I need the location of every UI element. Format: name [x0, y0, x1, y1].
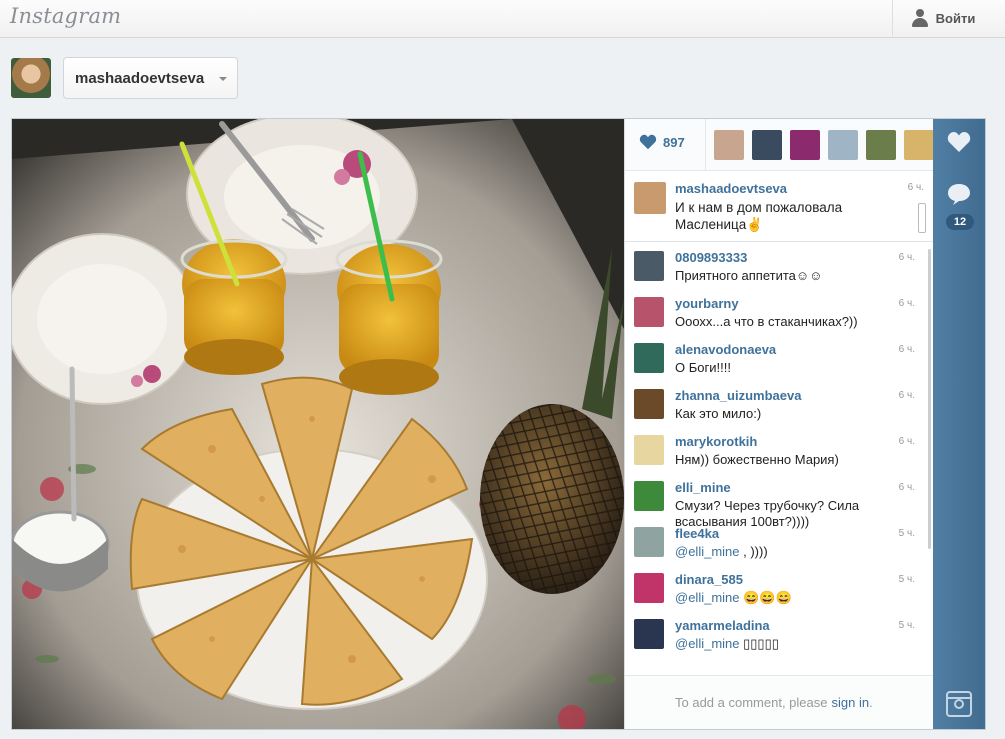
comment-body: , )))) — [739, 544, 768, 559]
comment-username[interactable]: flee4ka — [675, 526, 719, 541]
likes-row: 897 — [625, 119, 934, 171]
comments-scrollbar[interactable] — [928, 249, 931, 549]
caption-scrollbar[interactable] — [918, 203, 926, 233]
post-sidebar: 897 mashaadoevtseva 6 ч. И к нам в дом п… — [624, 119, 934, 729]
chevron-down-icon — [219, 77, 227, 81]
liker-avatar[interactable] — [752, 130, 782, 160]
comment-item: elli_mine 6 ч. Смузи? Через трубочку? Сила… — [625, 477, 925, 529]
comment-text: Ням)) божественно Мария) — [675, 452, 907, 468]
login-button[interactable]: Войти — [892, 0, 993, 36]
comment-body: 😄😄😄 — [739, 590, 792, 605]
likes-count: 897 — [663, 134, 685, 150]
person-icon — [911, 9, 929, 27]
comment-time: 6 ч. — [898, 252, 915, 263]
comment-body: О Боги!!!! — [675, 360, 731, 375]
profile-dropdown[interactable]: mashaadoevtseva — [63, 57, 238, 99]
comment-avatar[interactable] — [634, 573, 664, 603]
heart-icon[interactable] — [947, 131, 971, 153]
add-comment-prompt: To add a comment, please — [675, 695, 828, 710]
post-caption: mashaadoevtseva 6 ч. И к нам в дом пожал… — [625, 171, 934, 242]
comment-avatar[interactable] — [634, 435, 664, 465]
liker-avatar[interactable] — [866, 130, 896, 160]
comment-time: 6 ч. — [898, 298, 915, 309]
comment-time: 6 ч. — [898, 344, 915, 355]
caption-time: 6 ч. — [907, 182, 924, 193]
comment-item: alenavodonaeva 6 ч. О Боги!!!! — [625, 339, 925, 385]
comment-text: Ооохх...а что в стаканчиках?)) — [675, 314, 907, 330]
comment-time: 5 ч. — [898, 528, 915, 539]
comment-body: Как это мило:) — [675, 406, 762, 421]
comment-body: Ооохх...а что в стаканчиках?)) — [675, 314, 858, 329]
comment-time: 6 ч. — [898, 436, 915, 447]
comment-avatar[interactable] — [634, 619, 664, 649]
comment-text: @elli_mine 😄😄😄 — [675, 590, 907, 606]
likers-list — [705, 119, 934, 171]
comment-item: dinara_585 5 ч. @elli_mine 😄😄😄 — [625, 569, 925, 615]
instagram-camera-icon[interactable] — [946, 691, 972, 717]
liker-avatar[interactable] — [790, 130, 820, 160]
comment-username[interactable]: zhanna_uizumbaeva — [675, 388, 801, 403]
post-card: 897 mashaadoevtseva 6 ч. И к нам в дом п… — [11, 118, 986, 730]
comments-count-badge: 12 — [946, 214, 974, 230]
profile-username: mashaadoevtseva — [75, 69, 205, 87]
comment-body: ▯▯▯▯▯ — [739, 636, 779, 651]
comment-time: 5 ч. — [898, 574, 915, 585]
comment-avatar[interactable] — [634, 527, 664, 557]
comment-username[interactable]: yamarmeladina — [675, 618, 770, 633]
comment-text: О Боги!!!! — [675, 360, 907, 376]
comment-text: Приятного аппетита☺☺ — [675, 268, 907, 284]
caption-avatar[interactable] — [634, 182, 666, 214]
comment-text: @elli_mine , )))) — [675, 544, 907, 560]
comment-item: yourbarny 6 ч. Ооохх...а что в стаканчиках… — [625, 293, 925, 339]
liker-avatar[interactable] — [714, 130, 744, 160]
sign-in-link[interactable]: sign in — [831, 695, 869, 710]
comment-username[interactable]: alenavodonaeva — [675, 342, 776, 357]
top-bar: Instagram Войти — [0, 0, 1005, 38]
comment-avatar[interactable] — [634, 343, 664, 373]
comment-avatar[interactable] — [634, 251, 664, 281]
post-photo — [12, 119, 624, 729]
login-label: Войти — [935, 10, 976, 26]
comment-username[interactable]: marykorotkih — [675, 434, 757, 449]
comment-mention[interactable]: @elli_mine — [675, 544, 740, 559]
comment-username[interactable]: dinara_585 — [675, 572, 743, 587]
comment-item: zhanna_uizumbaeva 6 ч. Как это мило:) — [625, 385, 925, 431]
caption-username[interactable]: mashaadoevtseva — [675, 181, 787, 196]
comment-text: @elli_mine ▯▯▯▯▯ — [675, 636, 907, 652]
speech-bubble-icon[interactable] — [947, 183, 971, 205]
caption-text: И к нам в дом пожаловала Масленица✌ — [675, 200, 843, 232]
comment-text: Как это мило:) — [675, 406, 907, 422]
comment-item: flee4ka 5 ч. @elli_mine , )))) — [625, 523, 925, 569]
comment-username[interactable]: elli_mine — [675, 480, 731, 495]
comment-item: 0809893333 6 ч. Приятного аппетита☺☺ — [625, 247, 925, 293]
comment-username[interactable]: 0809893333 — [675, 250, 747, 265]
comment-mention[interactable]: @elli_mine — [675, 590, 740, 605]
heart-icon — [639, 134, 657, 150]
comment-body: Ням)) божественно Мария) — [675, 452, 839, 467]
comment-time: 6 ч. — [898, 482, 915, 493]
likes-counter[interactable]: 897 — [639, 134, 685, 150]
instagram-logo[interactable]: Instagram — [10, 4, 121, 28]
action-rail: 12 — [933, 119, 985, 729]
liker-avatar[interactable] — [828, 130, 858, 160]
comment-item: yamarmeladina 5 ч. @elli_mine ▯▯▯▯▯ — [625, 615, 925, 661]
add-comment-bar: To add a comment, please sign in . — [625, 675, 934, 729]
comment-time: 5 ч. — [898, 620, 915, 631]
liker-avatar[interactable] — [904, 130, 934, 160]
comment-avatar[interactable] — [634, 481, 664, 511]
comment-avatar[interactable] — [634, 297, 664, 327]
comments-list: 0809893333 6 ч. Приятного аппетита☺☺ yourba… — [625, 243, 934, 675]
add-comment-suffix: . — [869, 695, 873, 710]
comment-mention[interactable]: @elli_mine — [675, 636, 740, 651]
profile-avatar[interactable] — [11, 58, 51, 98]
comment-item: marykorotkih 6 ч. Ням)) божественно Мария) — [625, 431, 925, 477]
comment-username[interactable]: yourbarny — [675, 296, 739, 311]
comment-avatar[interactable] — [634, 389, 664, 419]
comment-time: 6 ч. — [898, 390, 915, 401]
comment-body: Приятного аппетита☺☺ — [675, 268, 823, 283]
